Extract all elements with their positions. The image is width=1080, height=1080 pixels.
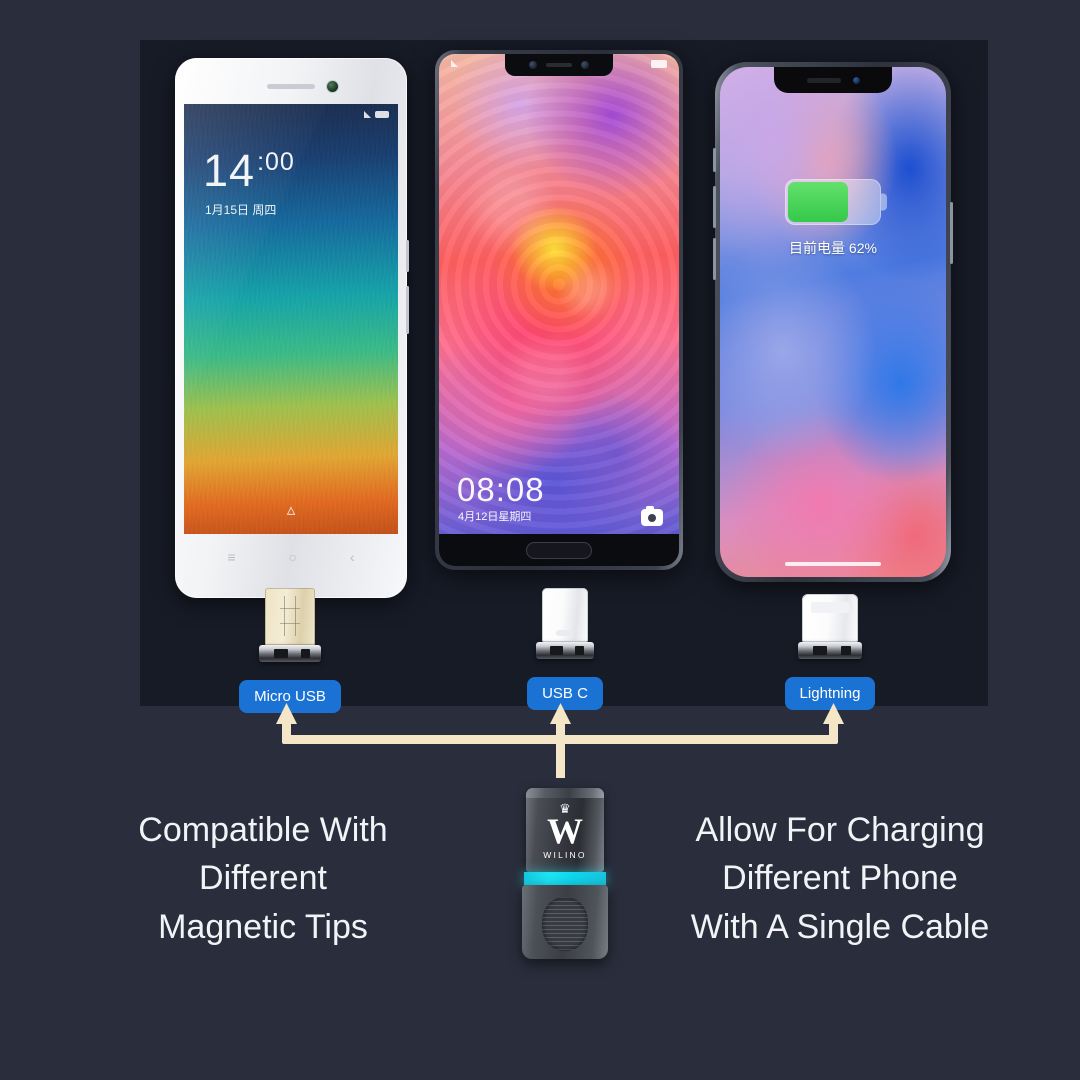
- earpiece-speaker-icon: [806, 77, 841, 83]
- battery-percent-label: 目前电量 62%: [789, 240, 877, 256]
- connector-grip-texture: [542, 897, 588, 951]
- brand-name-label: WILINO: [543, 850, 587, 860]
- battery-icon: [785, 179, 887, 225]
- front-camera-icon: [529, 61, 537, 69]
- phone2-lockscreen-time: 08:08: [457, 471, 545, 508]
- battery-fill-level: [788, 182, 848, 222]
- magnetic-cable-connector[interactable]: ♛ W WILINO: [521, 788, 609, 959]
- front-camera-icon: [852, 76, 860, 84]
- earpiece-speaker-icon: [546, 63, 572, 67]
- caption-right: Allow For Charging Different Phone With …: [690, 811, 990, 946]
- phone2-chin: [439, 534, 679, 566]
- camera-icon[interactable]: [641, 506, 663, 526]
- home-button[interactable]: [526, 541, 592, 559]
- connector-top-cap: [526, 788, 604, 798]
- phone3-notch: [774, 67, 892, 93]
- phone3-charging-indicator: 目前电量 62%: [785, 179, 887, 258]
- phone2-notch: [505, 54, 613, 76]
- battery-terminal-icon: [881, 193, 887, 211]
- phone2-lockscreen-date: 4月12日星期四: [458, 511, 532, 523]
- led-indicator-ring: [524, 872, 606, 885]
- brand-monogram: W: [547, 811, 583, 851]
- proximity-sensor-icon: [581, 61, 589, 69]
- caption-left: Compatible With Different Magnetic Tips: [138, 811, 388, 946]
- home-indicator[interactable]: [785, 562, 881, 566]
- connector-head: ♛ W WILINO: [526, 788, 604, 872]
- battery-icon: [651, 60, 667, 68]
- connector-body: [522, 885, 608, 959]
- signal-icon: [451, 60, 458, 67]
- footnote-text: [0, 1076, 1080, 1080]
